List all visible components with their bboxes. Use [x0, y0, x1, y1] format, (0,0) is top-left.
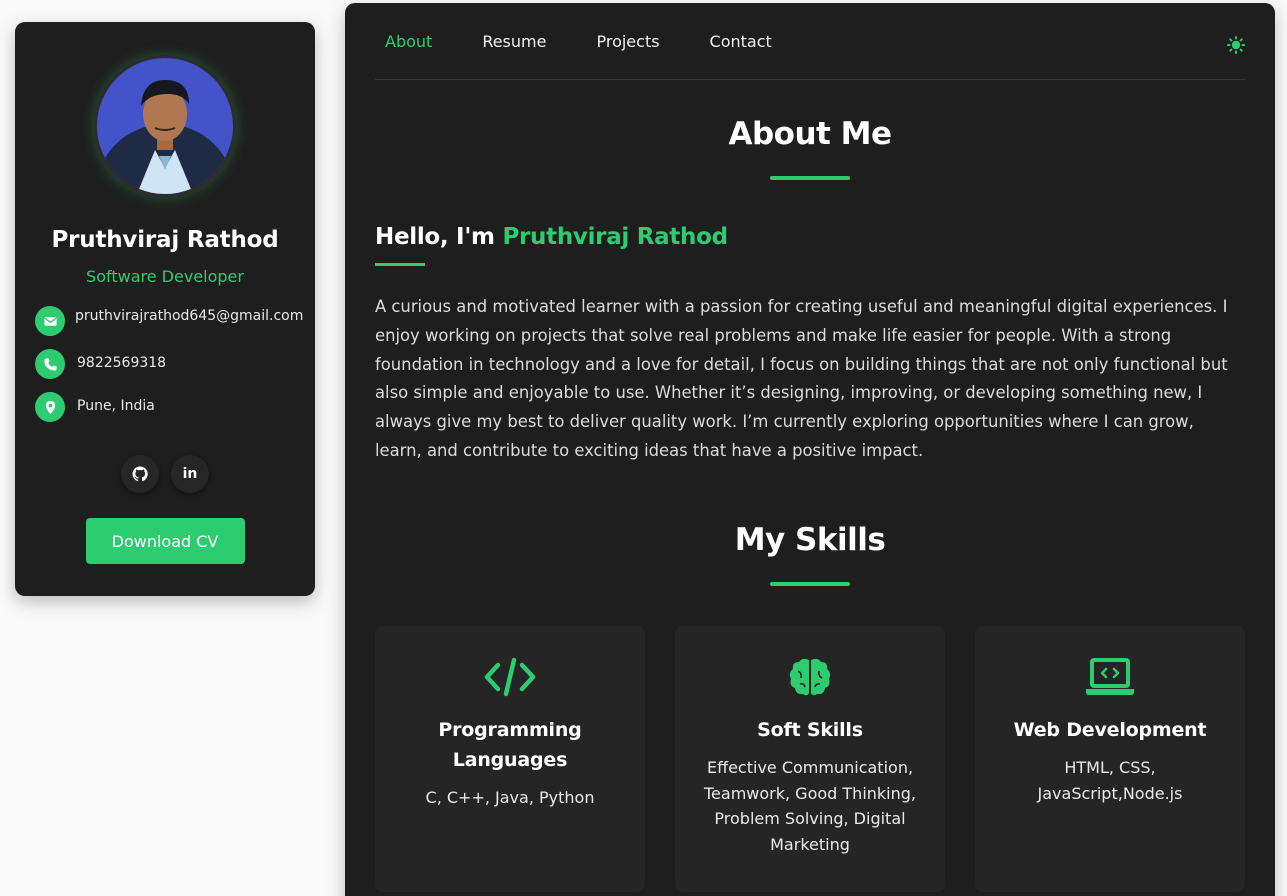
contact-list: pruthvirajrathod645@gmail.com 9822569318… [35, 306, 303, 435]
skill-card-web: Web Development HTML, CSS, JavaScript,No… [975, 626, 1245, 892]
profile-photo [97, 58, 233, 194]
skill-title: Soft Skills [757, 719, 863, 741]
email-text[interactable]: pruthvirajrathod645@gmail.com [75, 306, 303, 326]
top-nav: About Resume Projects Contact [375, 3, 1245, 80]
skills-title: My Skills [734, 522, 886, 558]
skill-card-programming: Programming Languages C, C++, Java, Pyth… [375, 626, 645, 892]
theme-toggle-button[interactable] [1227, 36, 1245, 54]
linkedin-link[interactable]: in [171, 455, 209, 493]
profile-name: Pruthviraj Rathod [51, 227, 279, 253]
phone-icon [35, 349, 65, 379]
about-title-underline [770, 176, 850, 180]
sun-icon [1227, 36, 1245, 54]
nav-about[interactable]: About [375, 32, 432, 51]
skill-title: Programming Languages [438, 719, 582, 771]
github-icon [132, 466, 148, 482]
download-cv-button[interactable]: Download CV [85, 518, 245, 564]
nav-contact[interactable]: Contact [700, 32, 772, 51]
skill-desc: C, C++, Java, Python [425, 788, 595, 807]
envelope-icon [35, 306, 65, 336]
skill-desc: HTML, CSS, JavaScript,Node.js [1037, 758, 1183, 803]
laptop-code-icon [1084, 656, 1136, 698]
contact-email: pruthvirajrathod645@gmail.com [35, 306, 303, 336]
nav-resume[interactable]: Resume [472, 32, 546, 51]
hello-prefix: Hello, I'm [375, 224, 495, 250]
contact-location: Pune, India [35, 392, 295, 422]
hello-underline [375, 263, 425, 266]
about-title: About Me [728, 116, 892, 152]
phone-text[interactable]: 9822569318 [77, 349, 166, 373]
social-links: in [121, 455, 209, 493]
code-icon [484, 656, 536, 698]
avatar [94, 55, 236, 197]
profile-role: Software Developer [86, 267, 244, 286]
skill-desc: Effective Communication, Teamwork, Good … [704, 758, 916, 854]
linkedin-icon: in [182, 466, 198, 482]
location-pin-icon [35, 392, 65, 422]
bio-text: A curious and motivated learner with a p… [375, 297, 1228, 460]
hello-name: Pruthviraj Rathod [502, 224, 728, 250]
main-content: About Resume Projects Contact About Me H… [345, 3, 1275, 896]
location-text: Pune, India [77, 398, 155, 414]
github-link[interactable] [121, 455, 159, 493]
skill-card-soft: Soft Skills Effective Communication, Tea… [675, 626, 945, 892]
skill-title: Web Development [1013, 719, 1207, 741]
hello-heading: Hello, I'm Pruthviraj Rathod [375, 224, 728, 250]
skills-title-underline [770, 582, 850, 586]
nav-projects[interactable]: Projects [586, 32, 659, 51]
contact-phone: 9822569318 [35, 349, 295, 379]
skills-grid: Programming Languages C, C++, Java, Pyth… [375, 626, 1245, 892]
profile-sidebar: Pruthviraj Rathod Software Developer pru… [15, 22, 315, 596]
brain-icon [784, 656, 836, 698]
